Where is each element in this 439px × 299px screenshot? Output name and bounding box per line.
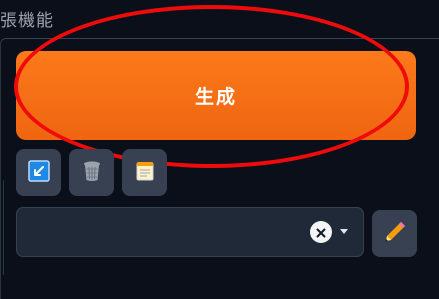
generate-button[interactable]: 生成 bbox=[16, 51, 416, 140]
notepad-button[interactable] bbox=[122, 149, 167, 196]
notepad-icon bbox=[136, 161, 154, 185]
apply-button[interactable] bbox=[16, 149, 61, 196]
chevron-down-icon[interactable] bbox=[340, 229, 348, 234]
clear-button[interactable] bbox=[310, 221, 332, 243]
extensions-panel: 張機能 生成 bbox=[0, 0, 439, 299]
model-dropdown[interactable] bbox=[16, 207, 364, 257]
section-title: 張機能 bbox=[0, 11, 54, 31]
edit-button[interactable] bbox=[372, 210, 417, 257]
apply-icon bbox=[27, 159, 50, 186]
trash-button[interactable] bbox=[69, 149, 114, 196]
panel-divider bbox=[0, 180, 4, 275]
close-icon bbox=[316, 223, 326, 242]
trash-icon bbox=[82, 160, 102, 186]
pencil-icon bbox=[383, 220, 407, 248]
